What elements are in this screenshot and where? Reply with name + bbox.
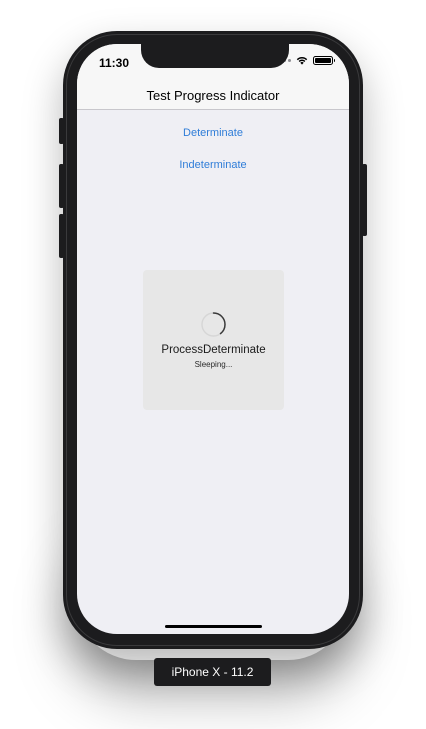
- activity-spinner-icon: [201, 312, 226, 337]
- volume-up-button: [59, 164, 64, 208]
- simulator-device-label: iPhone X - 11.2: [154, 658, 271, 686]
- mute-switch: [59, 118, 64, 144]
- device-screen: 11:30 Test Progress Indicator Determinat…: [77, 44, 349, 634]
- power-button: [362, 164, 367, 236]
- navigation-bar: Test Progress Indicator: [77, 80, 349, 110]
- wifi-icon: [296, 56, 308, 65]
- home-indicator[interactable]: [165, 625, 262, 628]
- indeterminate-button[interactable]: Indeterminate: [77, 159, 349, 171]
- progress-hud: ProcessDeterminate Sleeping...: [143, 270, 284, 410]
- volume-down-button: [59, 214, 64, 258]
- hud-title: ProcessDeterminate: [161, 344, 266, 356]
- notch: [141, 44, 289, 68]
- status-time: 11:30: [99, 56, 130, 70]
- hud-detail: Sleeping...: [194, 360, 233, 369]
- nav-title: Test Progress Indicator: [146, 88, 280, 103]
- battery-icon: [313, 56, 335, 65]
- determinate-button[interactable]: Determinate: [77, 127, 349, 139]
